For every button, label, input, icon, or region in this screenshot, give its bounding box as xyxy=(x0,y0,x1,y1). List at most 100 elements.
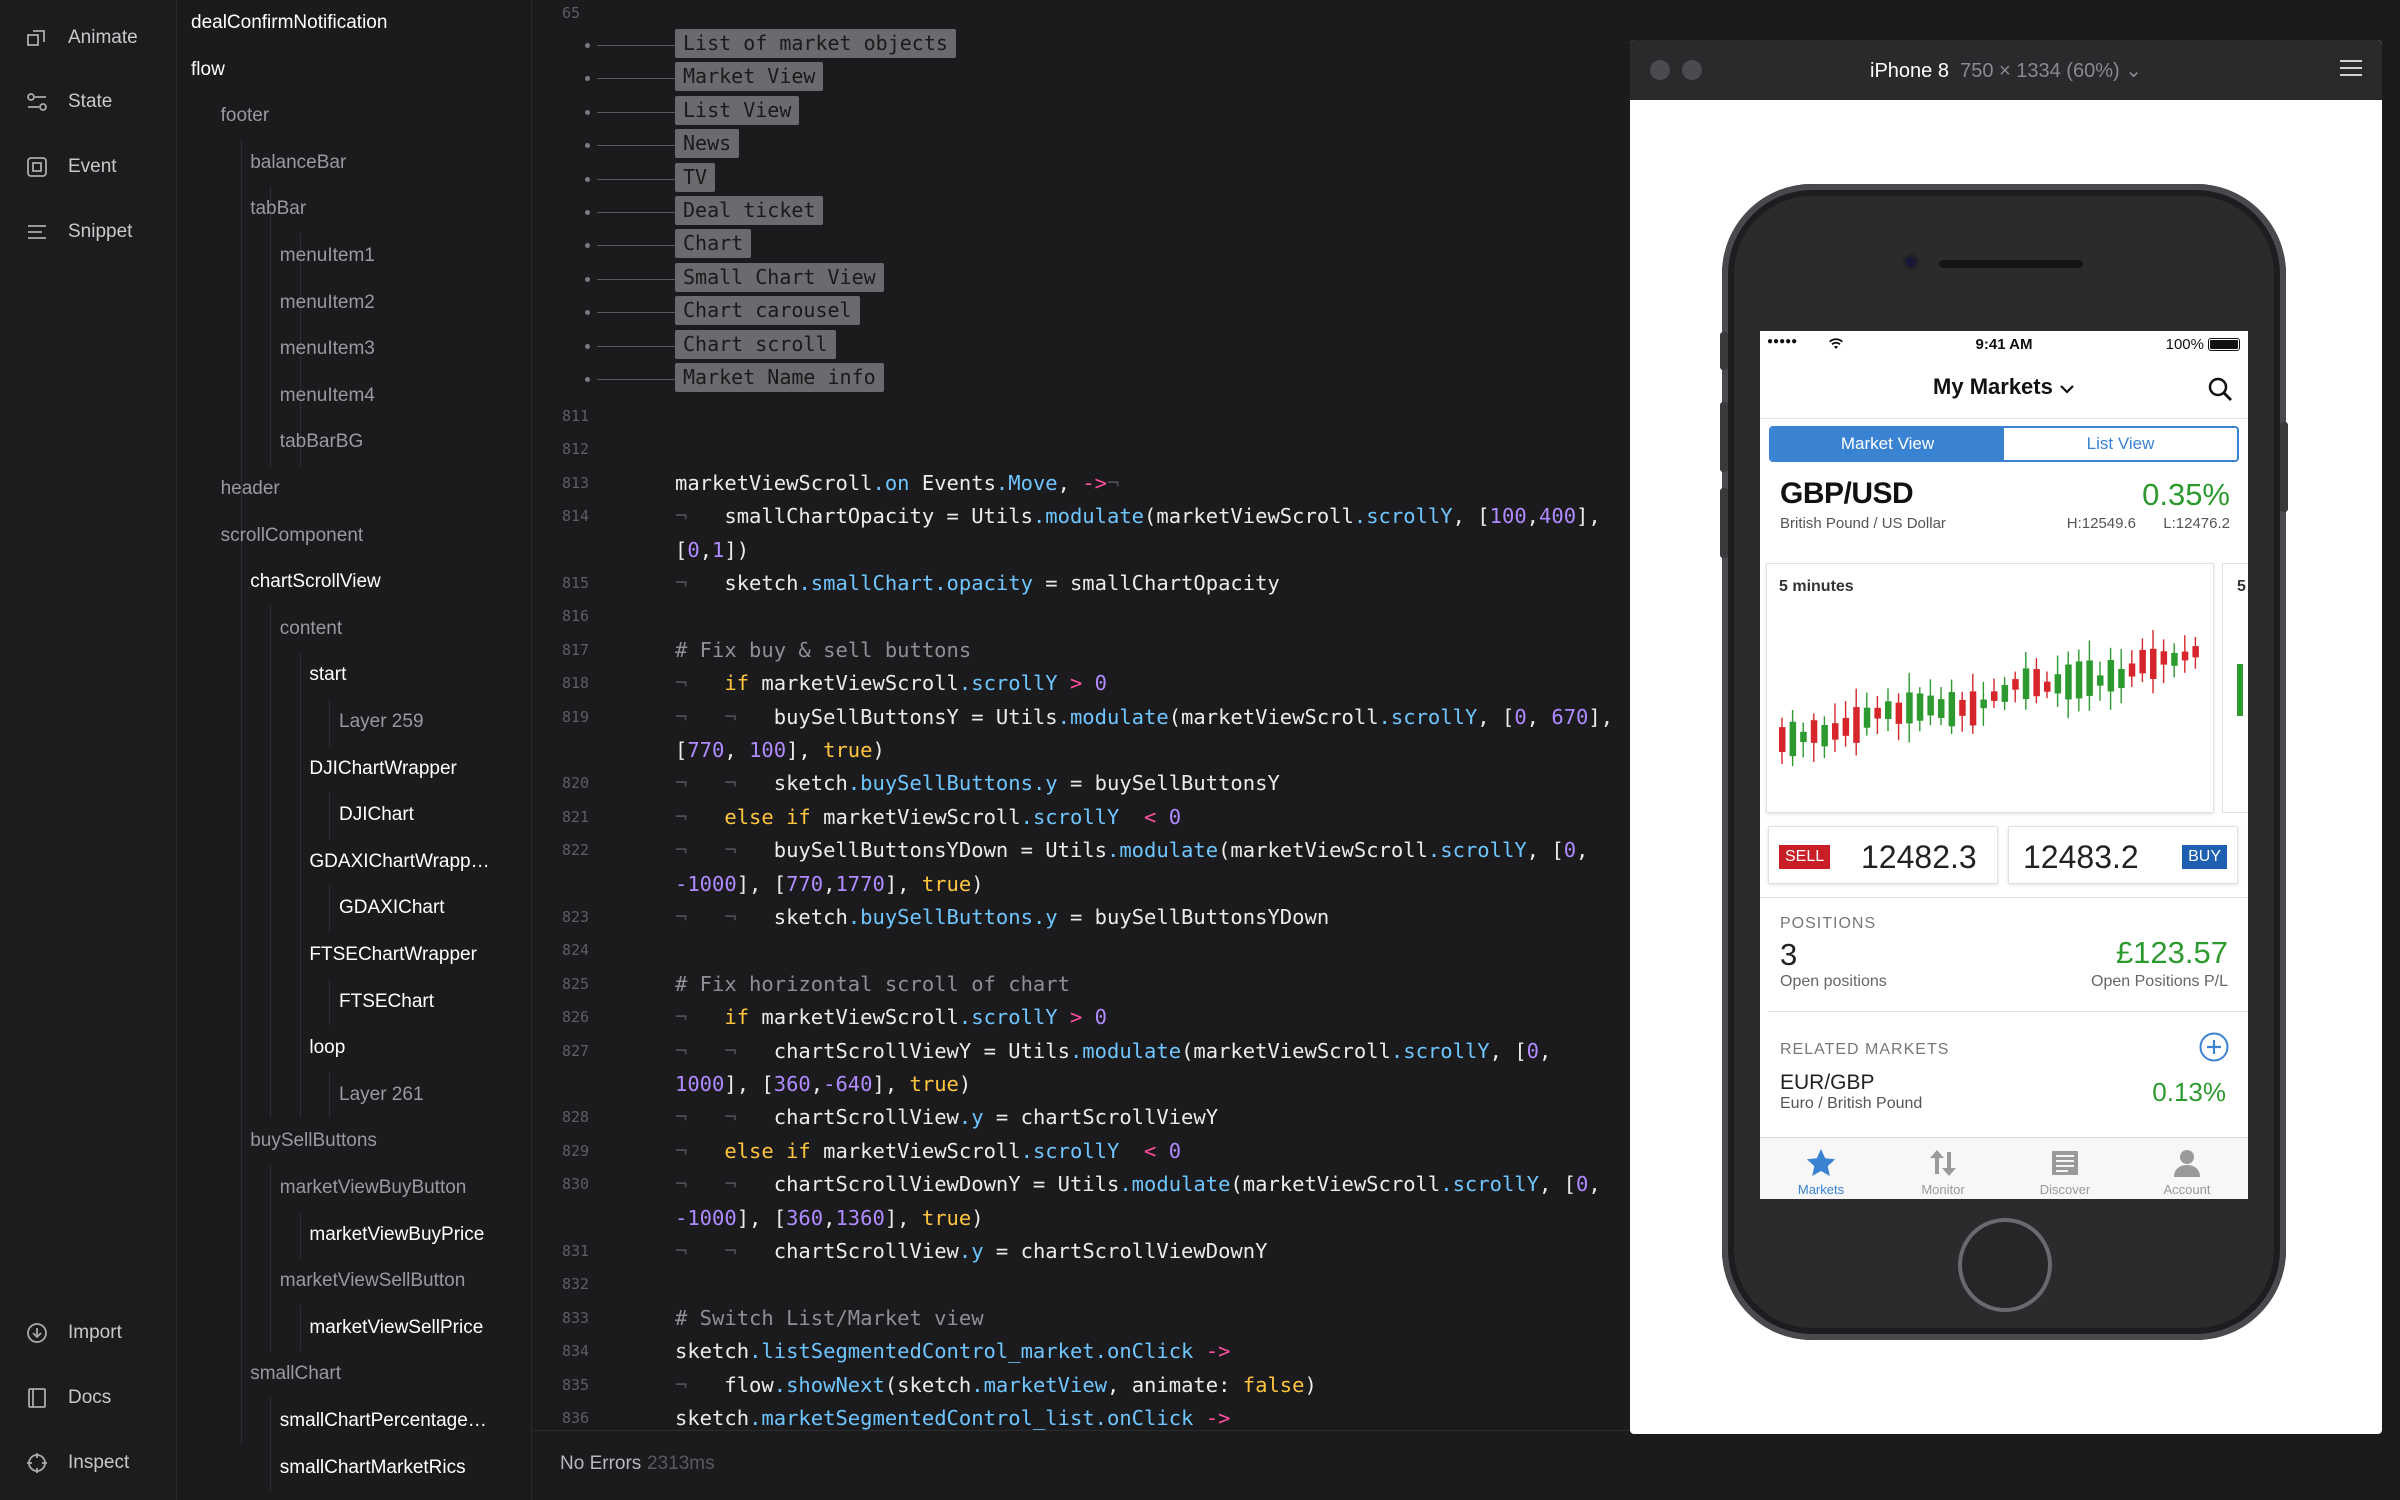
layer-row[interactable]: GDAXIChartWrapp… xyxy=(177,839,531,885)
layer-row[interactable]: chartScrollView xyxy=(177,559,531,605)
sell-button[interactable]: SELL 12482.3 xyxy=(1768,826,1998,884)
menu-icon[interactable] xyxy=(2340,60,2362,78)
snippet-button[interactable]: Snippet xyxy=(24,214,148,250)
layer-row[interactable]: DJIChartWrapper xyxy=(177,746,531,792)
code-token: , xyxy=(1526,704,1552,729)
buy-button[interactable]: 12483.2 BUY xyxy=(2008,826,2238,884)
layer-row[interactable]: GDAXIChart xyxy=(177,885,531,931)
code-line[interactable]: ¬ if marketViewScroll.scrollY > 0 xyxy=(675,671,1107,695)
code-line[interactable]: ¬ flow.showNext(sketch.marketView, anima… xyxy=(675,1373,1317,1397)
code-line[interactable]: ¬ if marketViewScroll.scrollY > 0 xyxy=(675,1005,1107,1029)
outline-item: TV xyxy=(675,162,716,192)
layer-row[interactable]: content xyxy=(177,606,531,652)
code-line[interactable]: ¬ ¬ chartScrollView.y = chartScrollViewD… xyxy=(675,1239,1267,1263)
device-selector[interactable]: iPhone 8 750 × 1334 (60%) ⌄ xyxy=(1630,58,2382,83)
tab-monitor[interactable]: Monitor xyxy=(1882,1138,2004,1199)
code-token: false xyxy=(1242,1372,1305,1397)
code-token: .showNext xyxy=(773,1372,885,1397)
tab-discover[interactable]: Discover xyxy=(2004,1138,2126,1199)
docs-button[interactable]: Docs xyxy=(24,1380,148,1416)
code-line[interactable]: [770, 100], true) xyxy=(675,738,885,762)
code-line[interactable]: -1000], [360,1360], true) xyxy=(675,1206,984,1230)
code-line[interactable]: ¬ smallChartOpacity = Utils.modulate(mar… xyxy=(675,504,1601,528)
layer-row[interactable]: footer xyxy=(177,93,531,139)
import-button[interactable]: Import xyxy=(24,1315,148,1351)
layer-row[interactable]: menuItem4 xyxy=(177,373,531,419)
code-line[interactable]: [0,1]) xyxy=(675,538,749,562)
layer-row[interactable]: FTSEChart xyxy=(177,979,531,1025)
layer-row[interactable]: marketViewSellPrice xyxy=(177,1305,531,1351)
code-token: .buySellButtons.y xyxy=(847,905,1058,929)
market-view-tab[interactable]: Market View xyxy=(1771,428,2004,460)
code-line[interactable]: sketch.marketSegmentedControl_list.onCli… xyxy=(675,1406,1230,1430)
layer-row[interactable]: smallChart xyxy=(177,1351,531,1397)
code-line[interactable]: ¬ else if marketViewScroll.scrollY < 0 xyxy=(675,805,1181,829)
code-line[interactable]: # Fix buy & sell buttons xyxy=(675,638,971,662)
layer-row[interactable]: smallChartPercentage… xyxy=(177,1398,531,1444)
next-chart-card[interactable]: 5 xyxy=(2222,563,2248,813)
code-line[interactable]: ¬ ¬ chartScrollViewY = Utils.modulate(ma… xyxy=(675,1039,1551,1063)
positions-count-label: Open positions xyxy=(1780,973,1887,990)
inspect-label: Inspect xyxy=(68,1452,130,1473)
tab-account[interactable]: Account xyxy=(2126,1138,2248,1199)
code-line[interactable]: sketch.listSegmentedControl_market.onCli… xyxy=(675,1339,1230,1363)
layer-row[interactable]: menuItem3 xyxy=(177,326,531,372)
layer-row[interactable]: flow xyxy=(177,47,531,93)
code-line[interactable]: ¬ ¬ buySellButtonsY = Utils.modulate(mar… xyxy=(675,705,1613,729)
code-line[interactable]: # Switch List/Market view xyxy=(675,1306,984,1330)
code-line[interactable]: ¬ ¬ chartScrollViewDownY = Utils.modulat… xyxy=(675,1172,1601,1196)
layer-row[interactable]: marketViewBuyPrice xyxy=(177,1212,531,1258)
layer-row[interactable]: balanceBar xyxy=(177,140,531,186)
code-line[interactable]: 1000], [360,-640], true) xyxy=(675,1072,971,1096)
search-icon[interactable] xyxy=(2206,375,2234,403)
markets-title-dropdown[interactable]: My Markets xyxy=(1760,374,2248,400)
device-name: iPhone 8 xyxy=(1870,60,1949,82)
code-line[interactable]: -1000], [770,1770], true) xyxy=(675,872,984,896)
code-token: ¬ xyxy=(675,1372,725,1397)
phone-screen: ●●●●● 9:41 AM 100% My Markets Market Vie… xyxy=(1760,331,2248,1199)
code-token: < xyxy=(1119,804,1157,829)
layer-row[interactable]: buySellButtons xyxy=(177,1118,531,1164)
layer-row[interactable]: menuItem1 xyxy=(177,233,531,279)
layer-row[interactable]: loop xyxy=(177,1025,531,1071)
code-line[interactable]: ¬ ¬ chartScrollView.y = chartScrollViewY xyxy=(675,1105,1218,1129)
list-view-tab[interactable]: List View xyxy=(2004,428,2237,460)
layer-row[interactable]: scrollComponent xyxy=(177,513,531,559)
event-button[interactable]: Event xyxy=(24,149,148,185)
positions-pl: £123.57 xyxy=(2115,935,2228,970)
code-editor[interactable]: 65 List of market objects Market View List… xyxy=(532,0,1630,1430)
code-line[interactable]: ¬ sketch.smallChart.opacity = smallChart… xyxy=(675,571,1280,595)
layer-row[interactable]: start xyxy=(177,652,531,698)
code-line[interactable]: ¬ ¬ sketch.buySellButtons.y = buySellBut… xyxy=(675,771,1280,795)
layer-row[interactable]: dealConfirmNotification xyxy=(177,0,531,46)
layer-row[interactable]: tabBarBG xyxy=(177,419,531,465)
candle-body xyxy=(2054,674,2062,694)
home-button[interactable] xyxy=(1958,1218,2052,1312)
code-token: = chartScrollViewY xyxy=(983,1105,1219,1130)
animate-button[interactable]: Animate xyxy=(24,20,148,56)
layer-row[interactable]: FTSEChartWrapper xyxy=(177,932,531,978)
tab-markets[interactable]: Markets xyxy=(1760,1138,1882,1199)
layer-row[interactable]: marketViewSellButton xyxy=(177,1258,531,1304)
add-related-icon[interactable] xyxy=(2198,1031,2230,1063)
code-token: , animate: xyxy=(1107,1372,1243,1397)
layer-row[interactable]: menuItem2 xyxy=(177,280,531,326)
code-line[interactable]: ¬ ¬ buySellButtonsYDown = Utils.modulate… xyxy=(675,838,1588,862)
layer-row[interactable]: marketViewBuyButton xyxy=(177,1165,531,1211)
code-token: , xyxy=(724,738,750,762)
related-pair[interactable]: EUR/GBP xyxy=(1780,1071,1875,1095)
state-button[interactable]: State xyxy=(24,84,148,120)
code-line[interactable]: marketViewScroll.on Events.Move, ->¬ xyxy=(675,471,1119,495)
code-line[interactable]: ¬ else if marketViewScroll.scrollY < 0 xyxy=(675,1139,1181,1163)
layer-row[interactable]: tabBar xyxy=(177,186,531,232)
inspect-button[interactable]: Inspect xyxy=(24,1445,148,1481)
layer-row[interactable]: Layer 259 xyxy=(177,699,531,745)
layer-row[interactable]: DJIChart xyxy=(177,792,531,838)
code-line[interactable]: ¬ ¬ sketch.buySellButtons.y = buySellBut… xyxy=(675,905,1329,929)
layer-row[interactable]: Layer 261 xyxy=(177,1072,531,1118)
chart-card[interactable]: 5 minutes xyxy=(1766,563,2214,813)
nav-title: My Markets xyxy=(1933,374,2053,399)
code-line[interactable]: # Fix horizontal scroll of chart xyxy=(675,972,1070,996)
layer-row[interactable]: header xyxy=(177,466,531,512)
layer-row[interactable]: smallChartMarketRics xyxy=(177,1445,531,1491)
